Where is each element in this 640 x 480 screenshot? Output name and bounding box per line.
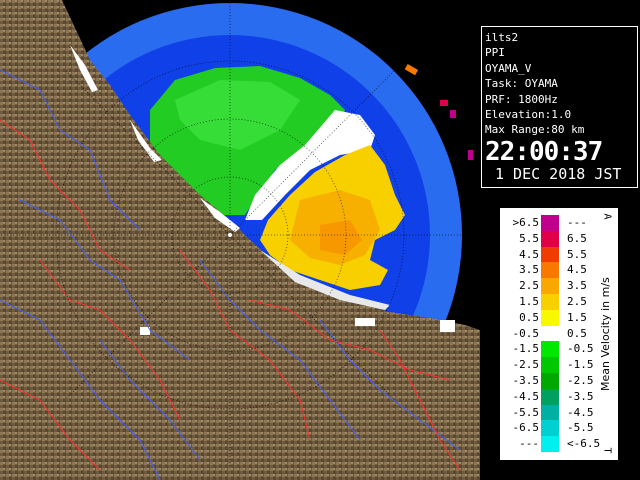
legend-upper-value: -5.5 — [567, 421, 594, 435]
legend-lower-value: --- — [519, 437, 539, 451]
legend-lower-value: -4.5 — [512, 389, 540, 403]
legend-lower-value: -0.5 — [512, 326, 540, 340]
legend-row: -6.5 -5.5 — [501, 420, 601, 437]
legend-color-swatch — [541, 325, 559, 342]
legend-lower-value: 3.5 — [519, 263, 539, 277]
legend-lower-value: 1.5 — [519, 295, 539, 308]
info-panel: ilts2 PPI OYAMA_V Task: OYAMA PRF: 1800H… — [481, 26, 638, 188]
legend-row: --- <-6.5 — [501, 436, 601, 452]
scan-date: 1 DEC 2018 JST — [495, 164, 622, 183]
legend-color-swatch — [541, 278, 559, 294]
legend-color-swatch — [541, 262, 559, 279]
info-elevation: Elevation:1.0 — [485, 107, 572, 121]
legend-mark-top: A — [601, 213, 613, 220]
legend-row: 3.5 4.5 — [501, 262, 601, 279]
legend-upper-value: 6.5 — [567, 231, 587, 245]
legend-color-swatch — [541, 388, 559, 405]
legend-lower-value: 5.5 — [519, 231, 539, 245]
legend-row: 4.5 5.5 — [501, 246, 601, 263]
info-task: Task: OYAMA — [485, 77, 558, 91]
legend-color-swatch — [541, 404, 559, 421]
legend-color-swatch — [541, 294, 559, 310]
legend-row: 0.5 1.5 — [501, 309, 601, 326]
legend-color-swatch — [541, 341, 559, 358]
legend-lower-value: -6.5 — [512, 421, 540, 435]
legend-row: -0.5 0.5 — [501, 325, 601, 342]
legend-color-swatch — [541, 230, 559, 247]
legend-mark-bottom: T — [601, 447, 613, 454]
radar-ppi-view — [0, 0, 480, 480]
legend-row: -2.5 -1.5 — [501, 357, 601, 373]
legend-row: >6.5 --- — [501, 215, 601, 231]
legend-color-swatch — [541, 373, 559, 389]
legend-row: -4.5 -3.5 — [501, 388, 601, 405]
legend-title: Mean Velocity in m/s — [599, 277, 612, 391]
legend-lower-value: 0.5 — [519, 310, 539, 324]
legend-lower-value: -5.5 — [512, 405, 540, 419]
legend-color-swatch — [541, 309, 559, 326]
legend-row: -5.5 -4.5 — [501, 404, 601, 421]
legend-color-swatch — [541, 420, 559, 437]
info-scan-type: PPI — [485, 46, 505, 60]
legend-lower-value: 4.5 — [519, 247, 539, 261]
info-product: OYAMA_V — [485, 61, 532, 75]
legend-lower-value: -1.5 — [512, 342, 540, 356]
legend-color-swatch — [541, 215, 559, 231]
info-max-range: Max Range:80 km — [485, 123, 585, 137]
legend-color-swatch — [541, 246, 559, 263]
legend-row: 1.5 2.5 — [501, 294, 601, 310]
legend-lower-value: -2.5 — [512, 358, 540, 372]
info-station: ilts2 — [485, 31, 519, 44]
info-prf: PRF: 1800Hz — [485, 92, 558, 106]
legend-row: -3.5 -2.5 — [501, 373, 601, 389]
legend-color-swatch — [541, 436, 559, 452]
scan-time: 22:00:37 — [485, 136, 603, 167]
legend-lower-value: >6.5 — [512, 216, 540, 229]
radar-site-marker — [228, 233, 232, 237]
legend-lower-value: 2.5 — [519, 279, 539, 293]
legend-color-swatch — [541, 357, 559, 373]
legend-row: 5.5 6.5 — [501, 230, 601, 247]
velocity-legend: >6.5 --- 5.5 6.5 4.5 5.5 3.5 4.5 2.5 3.5 1.5 2.5 0.5… — [500, 208, 618, 460]
legend-row: -1.5 -0.5 — [501, 341, 601, 358]
radar-map — [0, 0, 480, 480]
legend-row: 2.5 3.5 — [501, 278, 601, 294]
legend-lower-value: -3.5 — [512, 374, 540, 387]
